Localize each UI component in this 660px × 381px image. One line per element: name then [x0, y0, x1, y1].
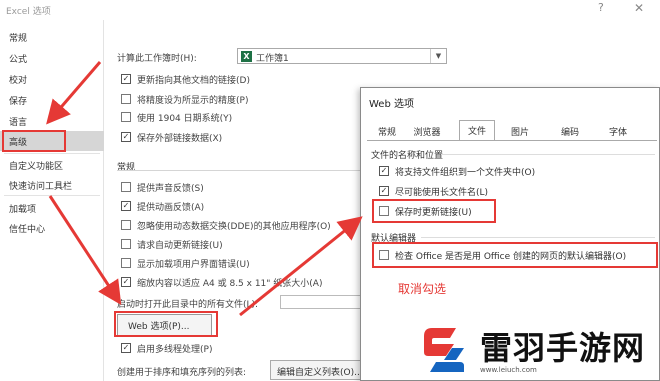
checkbox[interactable]	[121, 239, 131, 249]
chevron-down-icon[interactable]: ▼	[430, 49, 446, 63]
sidebar-divider	[4, 195, 100, 196]
tab-pictures[interactable]: 图片	[503, 122, 537, 140]
checkbox[interactable]	[121, 94, 131, 104]
edit-custom-list-button[interactable]: 编辑自定义列表(O)...	[270, 360, 365, 380]
sidebar-item-label: 快速访问工具栏	[9, 182, 73, 192]
dialog-title: Web 选项	[369, 99, 414, 110]
sort-list-label: 创建用于排序和填充序列的列表:	[117, 368, 247, 378]
checkbox[interactable]: ✓	[379, 186, 389, 196]
annotation-uncheck: 取消勾选	[398, 282, 447, 296]
sidebar-item-label: 加载项	[9, 205, 37, 215]
watermark-url: www.leiuch.com	[480, 366, 537, 374]
group-divider	[441, 154, 655, 155]
calc-workbook-label: 计算此工作簿时(H):	[117, 54, 197, 64]
watermark-name: 雷羽手游网	[480, 329, 646, 367]
sidebar-item-proofing[interactable]: 校对	[0, 69, 104, 89]
highlight-advanced	[2, 130, 66, 152]
checkbox[interactable]	[121, 112, 131, 122]
group-divider	[421, 237, 655, 238]
sidebar-item-label: 自定义功能区	[9, 162, 64, 172]
sidebar-item-label: 公式	[9, 55, 28, 65]
checkbox[interactable]	[121, 182, 131, 192]
tab-files[interactable]: 文件	[459, 120, 495, 141]
excel-icon: X	[241, 51, 252, 62]
sidebar-item-language[interactable]: 语言	[0, 111, 104, 131]
sidebar-item-trust-center[interactable]: 信任中心	[0, 218, 104, 238]
sidebar-item-label: 信任中心	[9, 225, 46, 235]
group-title-files: 文件的名称和位置	[371, 151, 444, 161]
calc-workbook-value: 工作簿1	[256, 54, 289, 64]
help-icon[interactable]: ?	[598, 1, 604, 14]
tab-encoding[interactable]: 编码	[553, 122, 587, 140]
option-label: 请求自动更新链接(U)	[137, 241, 223, 251]
section-divider	[117, 170, 367, 171]
option-label: 提供动画反馈(A)	[137, 203, 205, 213]
checkbox[interactable]: ✓	[121, 74, 131, 84]
sidebar-item-label: 常规	[9, 34, 28, 44]
checkbox[interactable]: ✓	[121, 132, 131, 142]
calc-workbook-row: 计算此工作簿时(H): X 工作簿1 ▼	[117, 48, 457, 67]
checkbox[interactable]: ✓	[379, 166, 389, 176]
option-label: 缩放内容以适应 A4 或 8.5 x 11" 纸张大小(A)	[137, 279, 323, 289]
option-label: 尽可能使用长文件名(L)	[395, 188, 489, 198]
sidebar-item-save[interactable]: 保存	[0, 90, 104, 110]
highlight-web-options-button	[114, 311, 218, 337]
highlight-default-editor	[372, 242, 658, 268]
sidebar: 常规 公式 校对 保存 语言 高级 自定义功能区 快速访问工具栏 加载项 信任中…	[0, 20, 104, 381]
watermark-logo-icon	[424, 328, 464, 372]
checkbox[interactable]: ✓	[121, 343, 131, 353]
option-label: 更新指向其他文档的链接(D)	[137, 76, 250, 86]
option-label: 将支持文件组织到一个文件夹中(O)	[395, 168, 536, 178]
tab-browser[interactable]: 浏览器	[407, 122, 447, 140]
checkbox[interactable]	[121, 220, 131, 230]
option-label: 使用 1904 日期系统(Y)	[137, 114, 233, 124]
option-label: 启用多线程处理(P)	[137, 345, 213, 355]
sidebar-item-quick-access[interactable]: 快速访问工具栏	[0, 175, 104, 195]
checkbox[interactable]: ✓	[121, 201, 131, 211]
calc-workbook-dropdown[interactable]: X 工作簿1 ▼	[237, 48, 447, 64]
option-label: 忽略使用动态数据交换(DDE)的其他应用程序(O)	[137, 222, 331, 232]
tab-general[interactable]: 常规	[371, 122, 403, 140]
checkbox[interactable]	[121, 258, 131, 268]
option-label: 保存外部链接数据(X)	[137, 134, 223, 144]
close-icon[interactable]: ✕	[634, 1, 644, 15]
option-label: 将精度设为所显示的精度(P)	[137, 96, 249, 106]
checkbox[interactable]: ✓	[121, 277, 131, 287]
section-title-general: 常规	[117, 163, 136, 173]
title-bar: Excel 选项 ? ✕	[0, 0, 660, 20]
window-title: Excel 选项	[6, 7, 51, 17]
tab-divider	[367, 140, 657, 141]
sidebar-item-customize-ribbon[interactable]: 自定义功能区	[0, 155, 104, 175]
sidebar-item-formulas[interactable]: 公式	[0, 48, 104, 68]
sidebar-item-general[interactable]: 常规	[0, 27, 104, 47]
sidebar-item-label: 校对	[9, 76, 28, 86]
option-label: 提供声音反馈(S)	[137, 184, 204, 194]
sidebar-item-addins[interactable]: 加载项	[0, 198, 104, 218]
highlight-update-links-on-save	[372, 199, 496, 223]
sidebar-item-label: 保存	[9, 97, 28, 107]
sidebar-divider	[4, 153, 100, 154]
tab-fonts[interactable]: 字体	[601, 122, 635, 140]
sidebar-item-label: 语言	[9, 118, 28, 128]
option-label: 显示加载项用户界面错误(U)	[137, 260, 250, 270]
